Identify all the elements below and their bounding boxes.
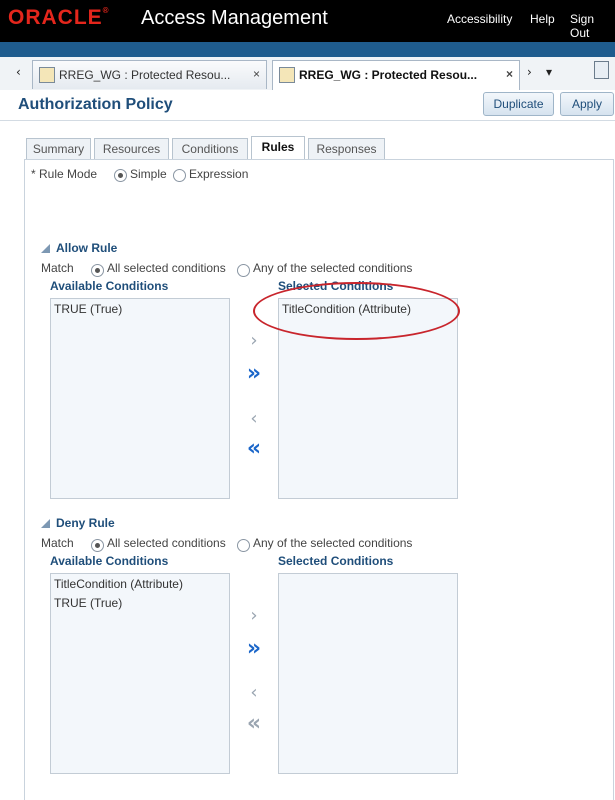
- rule-mode-expression-radio[interactable]: [173, 169, 186, 182]
- help-link[interactable]: Help: [530, 12, 555, 26]
- resource-doc-icon: [39, 67, 55, 83]
- tab-menu-icon[interactable]: ▾: [546, 65, 552, 79]
- list-item[interactable]: TRUE (True): [54, 302, 122, 316]
- allow-match-all-label: All selected conditions: [107, 261, 226, 275]
- remove-all-icon[interactable]: «: [244, 711, 264, 736]
- rule-mode-simple-radio[interactable]: [114, 169, 127, 182]
- oracle-logo: ORACLE®: [8, 6, 110, 29]
- collapse-triangle-icon[interactable]: [41, 519, 50, 528]
- allow-available-list[interactable]: TRUE (True): [50, 298, 230, 499]
- rule-mode-label: * Rule Mode: [31, 167, 98, 181]
- deny-match-any-radio[interactable]: [237, 539, 250, 552]
- list-item[interactable]: TitleCondition (Attribute): [54, 577, 183, 591]
- allow-match-label: Match: [41, 261, 74, 275]
- prev-tab-icon[interactable]: ‹: [16, 65, 21, 79]
- close-all-icon[interactable]: [594, 61, 609, 79]
- tab-summary[interactable]: Summary: [26, 138, 91, 159]
- list-item[interactable]: TRUE (True): [54, 596, 122, 610]
- tab-rules[interactable]: Rules: [251, 136, 305, 159]
- tab-resources[interactable]: Resources: [94, 138, 169, 159]
- doc-tab-2-label: RREG_WG : Protected Resou...: [299, 68, 478, 82]
- header-bar: ORACLE® Access Management Accessibility …: [0, 0, 615, 42]
- sign-out-link[interactable]: Sign Out: [570, 12, 615, 40]
- doc-tab-1-label: RREG_WG : Protected Resou...: [59, 68, 231, 82]
- remove-icon[interactable]: ‹: [244, 408, 264, 429]
- close-icon[interactable]: ×: [506, 67, 513, 81]
- move-icon[interactable]: ›: [244, 605, 264, 626]
- next-tab-icon[interactable]: ›: [527, 65, 532, 79]
- title-divider: [0, 120, 615, 121]
- remove-all-icon[interactable]: «: [244, 436, 264, 461]
- deny-match-all-radio[interactable]: [91, 539, 104, 552]
- apply-button[interactable]: Apply: [560, 92, 614, 116]
- rule-mode-simple-label: Simple: [130, 167, 167, 181]
- rule-mode-expression-label: Expression: [189, 167, 249, 181]
- deny-available-header: Available Conditions: [50, 554, 169, 568]
- move-icon[interactable]: ›: [244, 330, 264, 351]
- remove-icon[interactable]: ‹: [244, 682, 264, 703]
- allow-rule-heading: Allow Rule: [56, 241, 118, 255]
- policy-doc-icon: [279, 67, 295, 83]
- tab-conditions[interactable]: Conditions: [172, 138, 248, 159]
- deny-selected-list[interactable]: [278, 573, 458, 774]
- product-name: Access Management: [141, 7, 328, 29]
- close-icon[interactable]: ×: [253, 67, 260, 81]
- tab-responses[interactable]: Responses: [308, 138, 385, 159]
- move-all-icon[interactable]: »: [244, 361, 264, 386]
- deny-rule-heading: Deny Rule: [56, 516, 115, 530]
- deny-match-label: Match: [41, 536, 74, 550]
- deny-available-list[interactable]: TitleCondition (Attribute) TRUE (True): [50, 573, 230, 774]
- header-band: [0, 42, 615, 57]
- allow-available-header: Available Conditions: [50, 279, 169, 293]
- doc-tab-1[interactable]: RREG_WG : Protected Resou... ×: [32, 60, 267, 89]
- allow-match-any-label: Any of the selected conditions: [253, 261, 413, 275]
- allow-match-all-radio[interactable]: [91, 264, 104, 277]
- page-title: Authorization Policy: [18, 96, 173, 113]
- collapse-triangle-icon[interactable]: [41, 244, 50, 253]
- deny-match-all-label: All selected conditions: [107, 536, 226, 550]
- doc-tab-2[interactable]: RREG_WG : Protected Resou... ×: [272, 60, 520, 91]
- annotation-circle: [253, 282, 460, 340]
- deny-selected-header: Selected Conditions: [278, 554, 394, 568]
- duplicate-button[interactable]: Duplicate: [483, 92, 554, 116]
- accessibility-link[interactable]: Accessibility: [447, 12, 512, 26]
- move-all-icon[interactable]: »: [244, 636, 264, 661]
- deny-match-any-label: Any of the selected conditions: [253, 536, 413, 550]
- allow-match-any-radio[interactable]: [237, 264, 250, 277]
